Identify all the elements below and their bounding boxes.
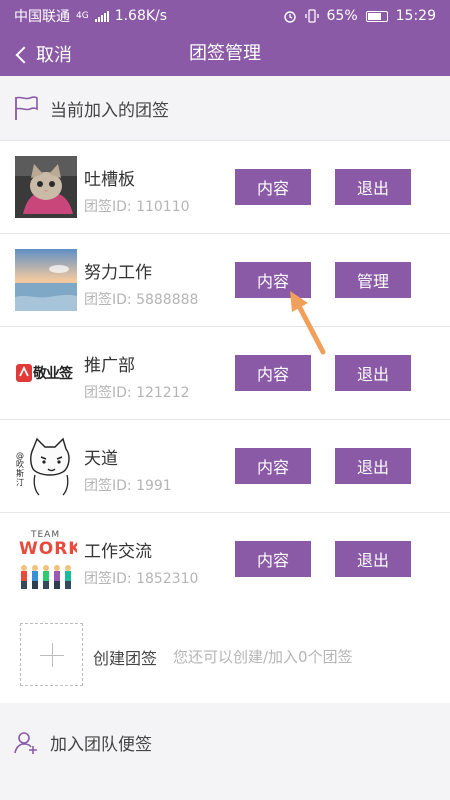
join-team-title: 加入团队便签 xyxy=(50,734,152,755)
create-group-row[interactable]: 创建团签 您还可以创建/加入0个团签 xyxy=(0,603,450,703)
exit-button[interactable]: 退出 xyxy=(335,448,411,484)
group-id: 团签ID: 1991 xyxy=(84,478,172,494)
cartoon-cat-avatar: @吹斯汀 xyxy=(15,435,77,497)
alarm-icon xyxy=(283,11,296,23)
group-id: 团签ID: 5888888 xyxy=(84,292,199,308)
group-name: 工作交流 xyxy=(84,542,152,562)
exit-button[interactable]: 退出 xyxy=(335,169,411,205)
create-group-label: 创建团签 xyxy=(93,649,158,668)
status-bar: 中国联通 4G 1.68K/s 65% 15:29 xyxy=(0,0,450,32)
vibrate-icon xyxy=(304,9,319,23)
signal-icon xyxy=(94,10,109,22)
nav-bar: 取消 团签管理 xyxy=(0,32,450,76)
carrier-label: 中国联通 xyxy=(14,9,70,25)
join-team-row[interactable]: 加入团队便签 xyxy=(0,710,450,774)
group-row: @吹斯汀 天道 团签ID: 1991 内容 退出 xyxy=(0,420,450,513)
jingyeqian-logo: 敬业签 xyxy=(15,342,77,404)
create-group-hint: 您还可以创建/加入0个团签 xyxy=(173,648,353,666)
group-row: 吐槽板 团签ID: 110110 内容 退出 xyxy=(0,141,450,234)
add-user-icon xyxy=(14,732,37,754)
battery-percent: 65% xyxy=(326,8,358,24)
seaside-sunset-avatar xyxy=(15,249,77,311)
current-groups-header: 当前加入的团签 xyxy=(0,76,450,140)
chevron-left-icon xyxy=(15,46,33,63)
group-name: 天道 xyxy=(84,449,118,469)
side-text: @吹斯汀 xyxy=(16,451,24,487)
cat-avatar xyxy=(15,156,77,218)
content-button[interactable]: 内容 xyxy=(235,262,311,298)
network-speed: 1.68K/s xyxy=(114,8,168,24)
group-row: 努力工作 团签ID: 5888888 内容 管理 xyxy=(0,234,450,327)
plus-icon[interactable] xyxy=(20,623,83,686)
network-type-label: 4G xyxy=(76,11,89,21)
exit-button[interactable]: 退出 xyxy=(335,541,411,577)
group-list: 吐槽板 团签ID: 110110 内容 退出 努力工作 团签ID: 588888… xyxy=(0,140,450,606)
teamwork-avatar: TEAM WORK xyxy=(15,528,77,590)
flag-icon xyxy=(15,96,38,120)
group-row: TEAM WORK 工作交流 团签ID: 1852310 内容 退出 xyxy=(0,513,450,606)
content-button[interactable]: 内容 xyxy=(235,169,311,205)
content-button[interactable]: 内容 xyxy=(235,448,311,484)
group-name: 推广部 xyxy=(84,356,135,376)
battery-icon xyxy=(365,10,388,22)
logo-word-text: WORK xyxy=(19,539,77,559)
exit-button[interactable]: 退出 xyxy=(335,355,411,391)
content-button[interactable]: 内容 xyxy=(235,541,311,577)
current-groups-title: 当前加入的团签 xyxy=(50,100,169,121)
group-name: 努力工作 xyxy=(84,263,152,283)
group-id: 团签ID: 110110 xyxy=(84,199,190,215)
group-name: 吐槽板 xyxy=(84,170,135,190)
content-button[interactable]: 内容 xyxy=(235,355,311,391)
logo-text: 敬业签 xyxy=(33,366,73,382)
group-id: 团签ID: 1852310 xyxy=(84,571,199,587)
back-button[interactable]: 取消 xyxy=(15,32,72,76)
group-id: 团签ID: 121212 xyxy=(84,385,190,401)
clock: 15:29 xyxy=(395,8,436,24)
group-row: 敬业签 推广部 团签ID: 121212 内容 退出 xyxy=(0,327,450,420)
manage-button[interactable]: 管理 xyxy=(335,262,411,298)
back-label: 取消 xyxy=(36,45,72,66)
